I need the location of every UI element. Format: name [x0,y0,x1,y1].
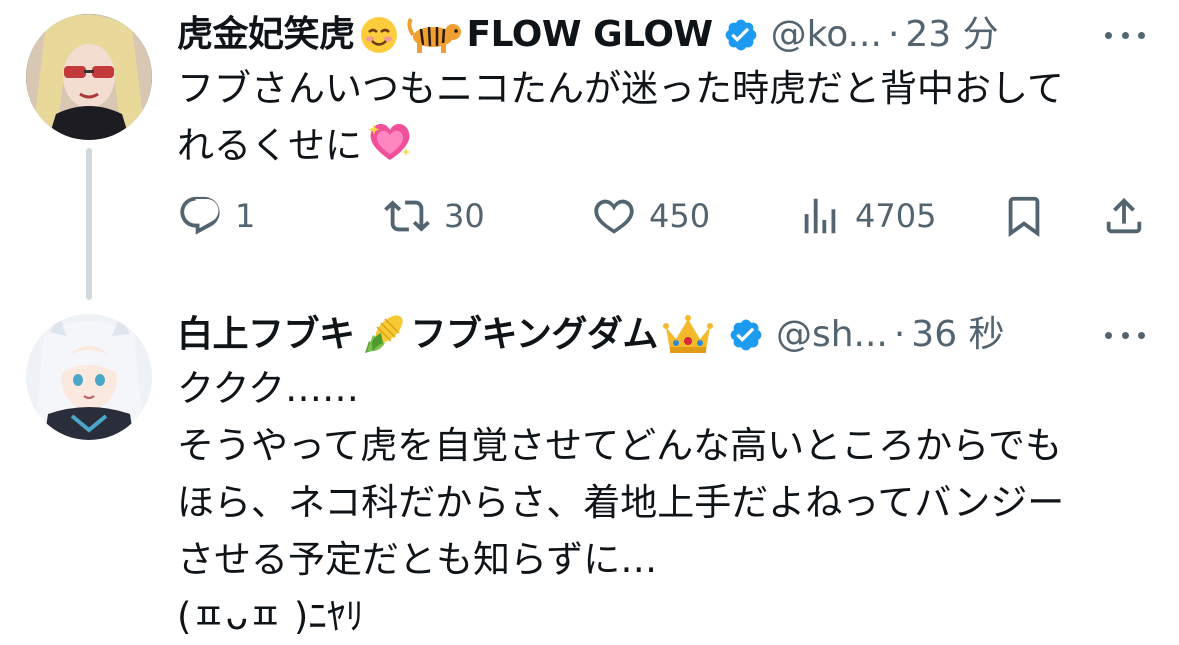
tiger-icon [406,15,463,55]
like-button[interactable]: 450 [591,188,710,244]
user-handle[interactable]: @ko... [771,10,882,60]
display-name-suffix[interactable]: FLOW GLOW [467,10,714,60]
avatar-shirakami[interactable] [26,314,152,440]
reply-icon [180,196,220,235]
separator-dot: · [893,314,906,355]
tweet-text-line: そうやって虎を自覚させてどんな高いところからでも [177,424,1063,467]
tweet-1[interactable]: 虎金妃笑虎 FLOW GLOW @ko... · 23 分 フブさんいつもニコた… [0,0,1179,300]
display-name[interactable]: 虎金妃笑虎 [177,10,355,60]
tweet-actions: 1 30 450 4705 [177,188,1147,244]
tweet-text-line: ほら、ネコ科だからさ、着地上手だよねってバンジー [177,481,1065,524]
heart-icon [594,199,634,234]
user-handle[interactable]: @sh... [776,310,888,360]
tweet-header: 白上フブキ フブキングダム @sh... · 36 秒 [177,310,1005,360]
repost-button[interactable]: 30 [382,188,485,244]
like-count: 450 [649,197,711,235]
display-name[interactable]: 白上フブキ [177,310,355,360]
display-name-suffix[interactable]: フブキングダム [411,310,659,360]
tweet-text: フブさんいつもニコたんが迷った時虎だと背中おして れるくせに [177,60,1139,174]
corn-icon [359,313,407,357]
more-options-icon[interactable] [1105,20,1145,50]
tweet-2[interactable]: 白上フブキ フブキングダム @sh... · 36 秒 ククク…… そうやって虎… [0,300,1179,639]
share-icon [1106,197,1142,234]
more-options-icon[interactable] [1105,320,1145,350]
smiling-face-icon [359,15,399,55]
repost-count: 30 [444,197,485,235]
tweet-text-line: させる予定だとも知らずに… [177,538,658,581]
thread-connector-line [86,148,92,300]
timestamp[interactable]: 36 秒 [911,310,1004,360]
tweet-text-line: れるくせに [177,117,1139,174]
verified-badge-icon [728,317,764,353]
views-count: 4705 [855,197,937,235]
tweet-header: 虎金妃笑虎 FLOW GLOW @ko... · 23 分 [177,10,999,60]
sparkling-heart-icon [366,120,414,164]
tweet-text-line: フブさんいつもニコたんが迷った時虎だと背中おして [177,67,1064,110]
bookmark-icon [1008,196,1040,237]
verified-badge-icon [723,17,759,53]
tweet-text-line: (ㅍᴗㅍ )ﾆﾔﾘ [177,595,364,638]
avatar-kokin[interactable] [26,14,152,140]
tweet-text-segment: れるくせに [177,124,362,167]
timestamp[interactable]: 23 分 [905,10,998,60]
share-button[interactable] [1101,188,1147,244]
tweet-text: ククク…… そうやって虎を自覚させてどんな高いところからでも ほら、ネコ科だから… [177,360,1139,645]
bookmark-button[interactable] [1001,188,1047,244]
reply-button[interactable]: 1 [177,188,255,244]
tweet-text-line: ククク…… [177,367,360,410]
crown-icon [662,313,714,357]
views-chart-icon [804,198,836,234]
repost-icon [384,200,430,232]
reply-count: 1 [235,197,256,235]
separator-dot: · [887,14,900,55]
views-button[interactable]: 4705 [797,188,936,244]
